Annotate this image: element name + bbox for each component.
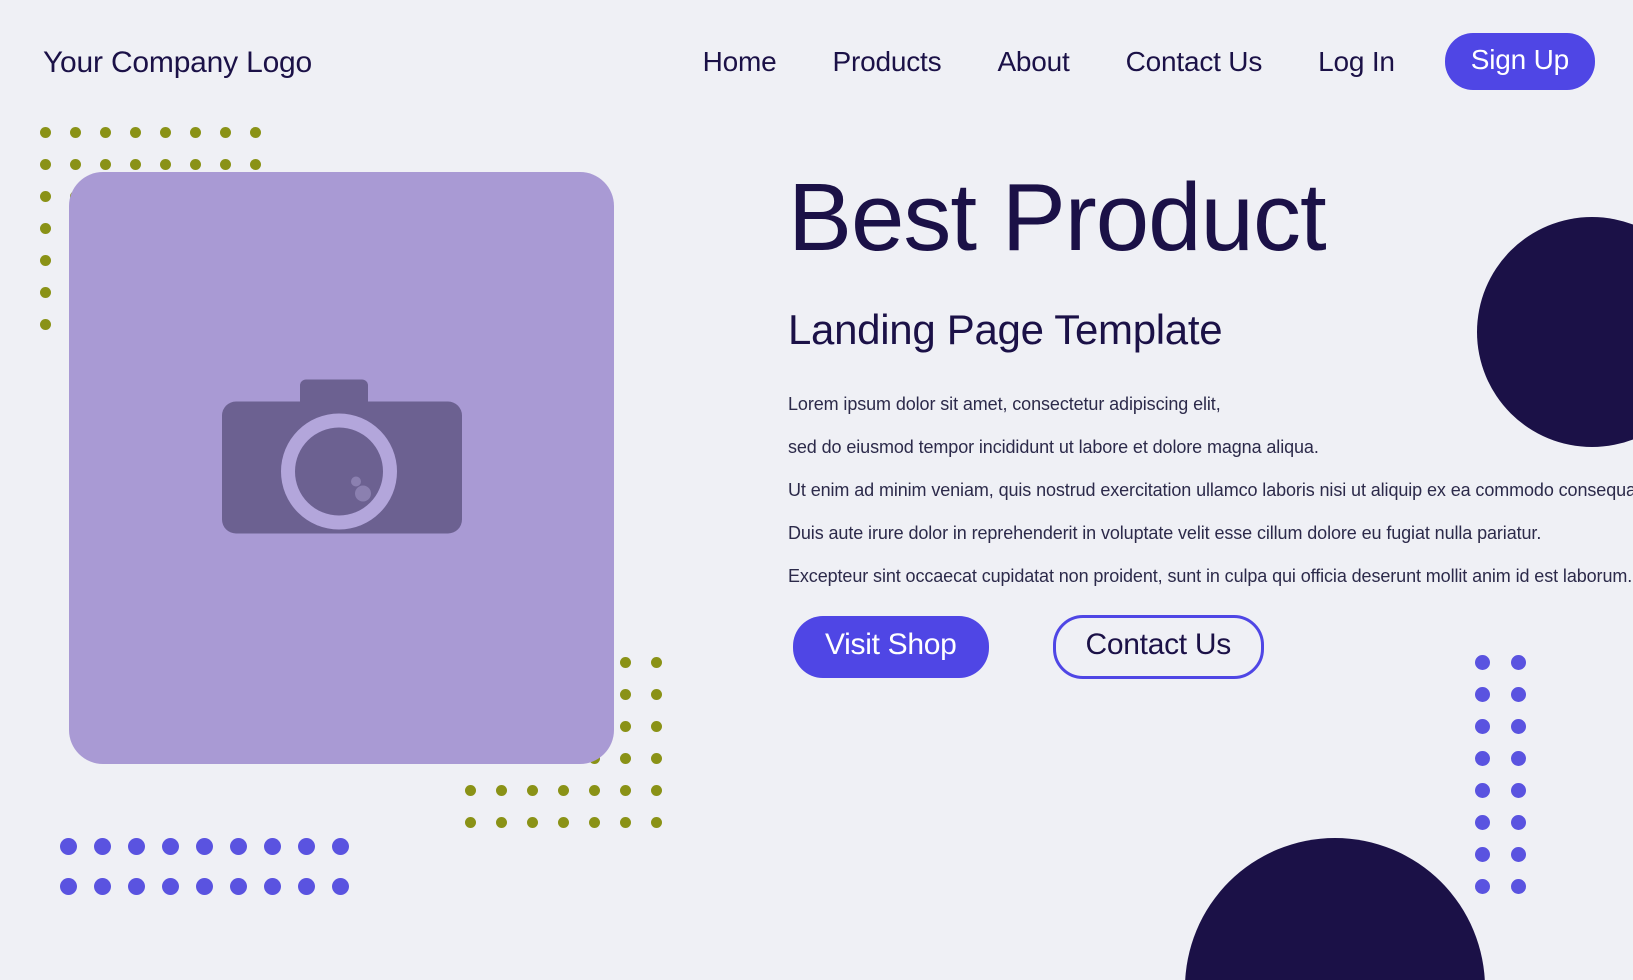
- decorative-dot: [264, 838, 281, 855]
- hero-text-block: Best Product Landing Page Template Lorem…: [788, 164, 1633, 610]
- decorative-dot: [40, 287, 51, 298]
- decorative-dot: [94, 838, 111, 855]
- camera-icon: [221, 376, 462, 561]
- decorative-dot: [40, 191, 51, 202]
- decorative-dot: [60, 838, 77, 855]
- decorative-dot: [332, 838, 349, 855]
- decorative-dot: [94, 878, 111, 895]
- decorative-dot: [100, 159, 111, 170]
- decorative-dot: [1475, 879, 1490, 894]
- decorative-dot: [558, 817, 569, 828]
- site-header: Your Company Logo Home Products About Co…: [0, 0, 1633, 130]
- decorative-dot: [230, 878, 247, 895]
- decorative-dot: [332, 878, 349, 895]
- decorative-dot: [60, 878, 77, 895]
- hero-paragraph-line: Duis aute irure dolor in reprehenderit i…: [788, 523, 1542, 543]
- dot-grid-right: [1475, 655, 1547, 911]
- dot-grid-bottom-left: [60, 838, 366, 918]
- decorative-dot: [190, 159, 201, 170]
- decorative-dot: [128, 878, 145, 895]
- decorative-dot: [264, 878, 281, 895]
- hero-paragraph-line: Excepteur sint occaecat cupidatat non pr…: [788, 566, 1633, 586]
- decorative-dot: [651, 753, 662, 764]
- decorative-dot: [651, 721, 662, 732]
- decorative-dot: [40, 223, 51, 234]
- decorative-dot: [1475, 847, 1490, 862]
- decorative-dot: [128, 838, 145, 855]
- company-logo[interactable]: Your Company Logo: [43, 46, 312, 80]
- decorative-dot: [40, 255, 51, 266]
- hero-image-placeholder-card: [69, 172, 614, 764]
- decorative-dot: [465, 785, 476, 796]
- decorative-dot: [1511, 815, 1526, 830]
- decorative-dot: [1475, 687, 1490, 702]
- decorative-dot: [196, 878, 213, 895]
- decorative-dot: [620, 817, 631, 828]
- decorative-dot: [620, 657, 631, 668]
- decorative-dot: [589, 785, 600, 796]
- decorative-dot: [1511, 879, 1526, 894]
- decorative-dot: [1511, 687, 1526, 702]
- hero-title: Best Product: [788, 164, 1327, 271]
- decorative-dot: [230, 838, 247, 855]
- decorative-dot: [298, 838, 315, 855]
- decorative-dot: [465, 817, 476, 828]
- decorative-dot: [527, 785, 538, 796]
- decorative-dot: [298, 878, 315, 895]
- decorative-dot: [1475, 751, 1490, 766]
- decorative-dot: [40, 159, 51, 170]
- decorative-dot: [70, 159, 81, 170]
- decorative-dot: [620, 753, 631, 764]
- decorative-dot: [620, 785, 631, 796]
- decorative-dot: [40, 319, 51, 330]
- landing-page: Your Company Logo Home Products About Co…: [0, 0, 1633, 980]
- decorative-dot: [651, 785, 662, 796]
- hero-paragraph-line: sed do eiusmod tempor incididunt ut labo…: [788, 437, 1319, 457]
- decorative-circle-bottom: [1185, 838, 1485, 980]
- decorative-dot: [620, 721, 631, 732]
- decorative-dot: [651, 817, 662, 828]
- decorative-dot: [162, 838, 179, 855]
- decorative-dot: [620, 689, 631, 700]
- decorative-dot: [130, 159, 141, 170]
- decorative-dot: [1475, 815, 1490, 830]
- decorative-dot: [162, 878, 179, 895]
- decorative-dot: [250, 159, 261, 170]
- decorative-dot: [1475, 719, 1490, 734]
- decorative-dot: [651, 657, 662, 668]
- hero-paragraph-line: Ut enim ad minim veniam, quis nostrud ex…: [788, 480, 1633, 500]
- decorative-dot: [220, 159, 231, 170]
- decorative-dot: [160, 159, 171, 170]
- hero-subtitle: Landing Page Template: [788, 306, 1223, 353]
- decorative-dot: [1511, 719, 1526, 734]
- decorative-dot: [1511, 751, 1526, 766]
- hero-cta-row: Visit Shop Contact Us: [793, 615, 1264, 679]
- decorative-dot: [527, 817, 538, 828]
- hero-paragraph-line: Lorem ipsum dolor sit amet, consectetur …: [788, 394, 1221, 414]
- decorative-dot: [558, 785, 569, 796]
- visit-shop-button[interactable]: Visit Shop: [793, 616, 989, 678]
- nav-item-home[interactable]: Home: [675, 46, 805, 78]
- main-navigation: Home Products About Contact Us Log In Si…: [675, 33, 1595, 90]
- decorative-dot: [1511, 783, 1526, 798]
- decorative-dot: [1511, 847, 1526, 862]
- decorative-dot: [1475, 655, 1490, 670]
- decorative-dot: [651, 689, 662, 700]
- decorative-dot: [1511, 655, 1526, 670]
- decorative-dot: [1475, 783, 1490, 798]
- nav-item-products[interactable]: Products: [805, 46, 970, 78]
- hero-paragraph: Lorem ipsum dolor sit amet, consectetur …: [788, 394, 1633, 586]
- decorative-dot: [496, 785, 507, 796]
- decorative-dot: [589, 817, 600, 828]
- decorative-dot: [196, 838, 213, 855]
- nav-item-contact-us[interactable]: Contact Us: [1098, 46, 1291, 78]
- sign-up-button[interactable]: Sign Up: [1444, 33, 1595, 90]
- nav-item-about[interactable]: About: [969, 46, 1097, 78]
- contact-us-button[interactable]: Contact Us: [1052, 615, 1264, 679]
- nav-item-log-in[interactable]: Log In: [1290, 46, 1423, 78]
- decorative-dot: [496, 817, 507, 828]
